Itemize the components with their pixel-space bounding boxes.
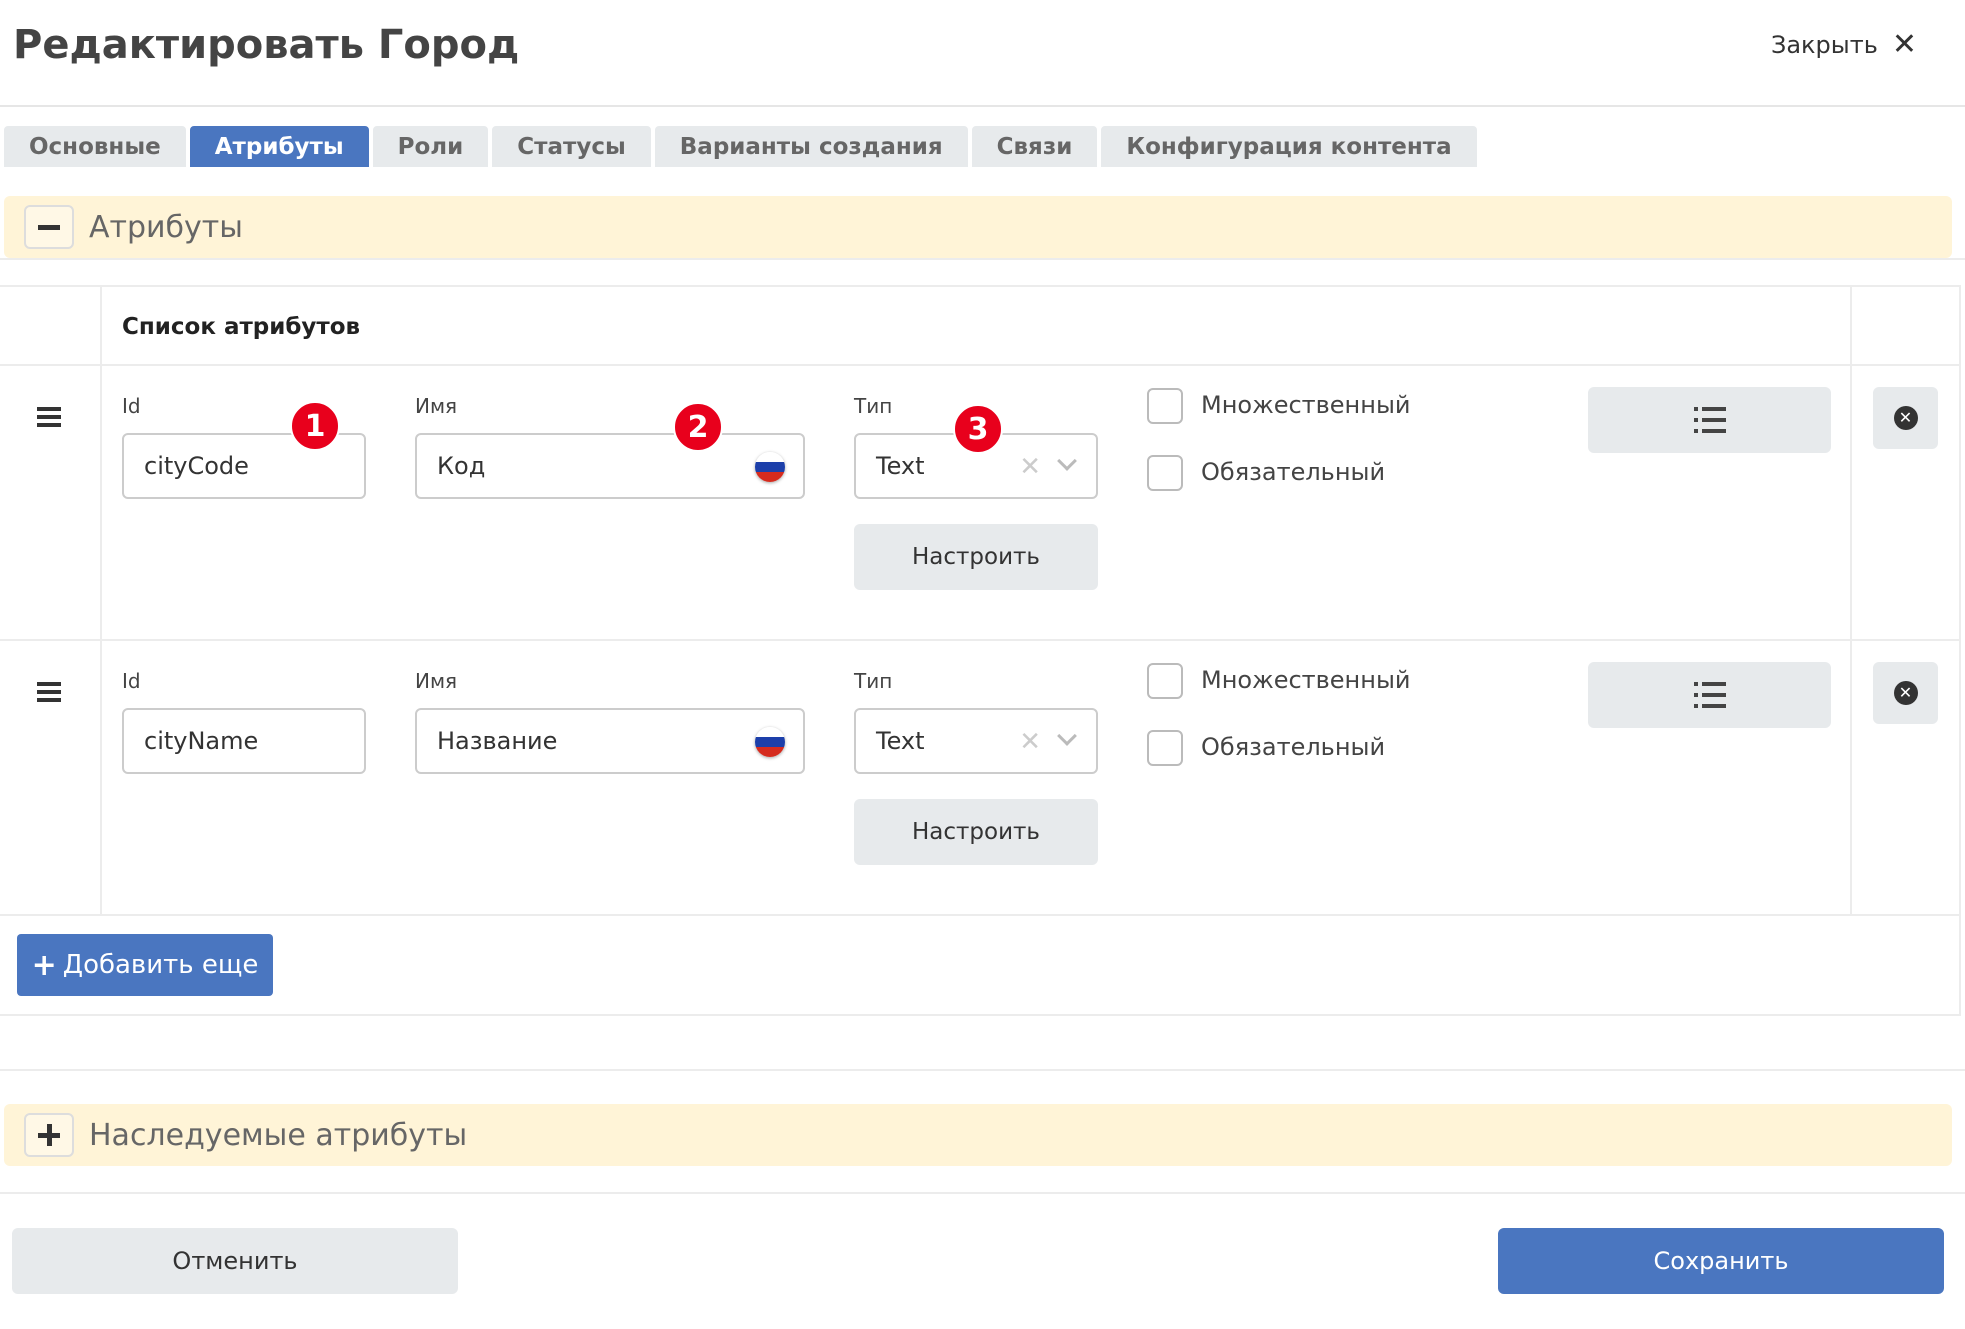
required-checkbox[interactable] (1147, 455, 1183, 491)
clear-icon[interactable]: ✕ (1019, 727, 1041, 757)
annotation-badge: 2 (673, 402, 723, 452)
list-title: Список атрибутов (122, 314, 361, 340)
minus-icon (38, 224, 60, 230)
tab-content-config[interactable]: Конфигурация контента (1101, 126, 1477, 167)
tab-bar: Основные Атрибуты Роли Статусы Варианты … (4, 126, 1477, 167)
divider (0, 914, 1959, 916)
divider (0, 258, 1965, 260)
list-icon (1693, 407, 1726, 433)
id-label: Id (122, 669, 141, 693)
close-icon: ✕ (1891, 27, 1917, 62)
name-input[interactable]: Название (415, 708, 805, 774)
id-value: cityCode (144, 452, 249, 480)
name-label: Имя (415, 394, 458, 418)
name-label: Имя (415, 669, 458, 693)
inherited-section-header: Наследуемые атрибуты (4, 1104, 1952, 1166)
type-value: Text (876, 452, 925, 480)
name-input[interactable]: Код (415, 433, 805, 499)
clear-icon[interactable]: ✕ (1019, 452, 1041, 482)
divider (0, 1192, 1965, 1194)
configure-button[interactable]: Настроить (854, 799, 1098, 865)
cancel-button[interactable]: Отменить (12, 1228, 458, 1294)
delete-icon: ✕ (1893, 406, 1918, 430)
name-value: Название (437, 727, 558, 755)
divider (1850, 287, 1852, 916)
chevron-down-icon[interactable] (1057, 726, 1077, 746)
tab-main[interactable]: Основные (4, 126, 186, 167)
drag-handle-icon[interactable] (37, 682, 61, 702)
delete-icon: ✕ (1893, 681, 1918, 705)
name-value: Код (437, 452, 486, 480)
required-label: Обязательный (1201, 458, 1386, 486)
expand-button[interactable] (24, 1113, 74, 1157)
required-label: Обязательный (1201, 733, 1386, 761)
section-title: Атрибуты (89, 209, 243, 245)
required-checkbox[interactable] (1147, 730, 1183, 766)
divider (100, 287, 102, 916)
drag-handle-icon[interactable] (37, 407, 61, 427)
add-label: Добавить еще (62, 950, 259, 980)
multiple-label: Множественный (1201, 391, 1411, 419)
section-title: Наследуемые атрибуты (89, 1117, 468, 1153)
list-icon (1693, 682, 1726, 708)
configure-button[interactable]: Настроить (854, 524, 1098, 590)
russian-flag-icon[interactable] (755, 727, 785, 757)
attributes-section-header: Атрибуты (4, 196, 1952, 258)
annotation-badge: 1 (290, 401, 340, 451)
id-value: cityName (144, 727, 259, 755)
page-title: Редактировать Город (13, 22, 520, 68)
options-button[interactable] (1588, 662, 1831, 728)
add-attribute-button[interactable]: + Добавить еще (17, 934, 273, 996)
delete-row-button[interactable]: ✕ (1873, 662, 1938, 724)
divider (0, 364, 1959, 366)
id-label: Id (122, 394, 141, 418)
tab-attributes[interactable]: Атрибуты (189, 126, 369, 167)
russian-flag-icon[interactable] (755, 452, 785, 482)
annotation-badge: 3 (953, 404, 1003, 454)
plus-icon: + (31, 947, 57, 983)
multiple-checkbox[interactable] (1147, 388, 1183, 424)
options-button[interactable] (1588, 387, 1831, 453)
modal-header: Редактировать Город Закрыть ✕ (0, 0, 1965, 107)
id-input[interactable]: cityName (122, 708, 366, 774)
type-select[interactable]: Text ✕ (854, 708, 1098, 774)
divider (0, 1069, 1965, 1071)
close-button[interactable]: Закрыть ✕ (1771, 30, 1917, 60)
tab-creation-variants[interactable]: Варианты создания (654, 126, 968, 167)
type-label: Тип (854, 669, 893, 693)
tab-relations[interactable]: Связи (971, 126, 1098, 167)
tab-statuses[interactable]: Статусы (492, 126, 651, 167)
multiple-label: Множественный (1201, 666, 1411, 694)
close-label: Закрыть (1770, 31, 1878, 59)
type-value: Text (876, 727, 925, 755)
save-button[interactable]: Сохранить (1498, 1228, 1944, 1294)
multiple-checkbox[interactable] (1147, 663, 1183, 699)
tab-roles[interactable]: Роли (372, 126, 489, 167)
attribute-list-table: Список атрибутов Id cityCode Имя Код Тип… (0, 285, 1961, 1016)
delete-row-button[interactable]: ✕ (1873, 387, 1938, 449)
divider (0, 639, 1959, 641)
plus-icon (38, 1124, 60, 1146)
chevron-down-icon[interactable] (1057, 451, 1077, 471)
collapse-button[interactable] (24, 205, 74, 249)
type-label: Тип (854, 394, 893, 418)
